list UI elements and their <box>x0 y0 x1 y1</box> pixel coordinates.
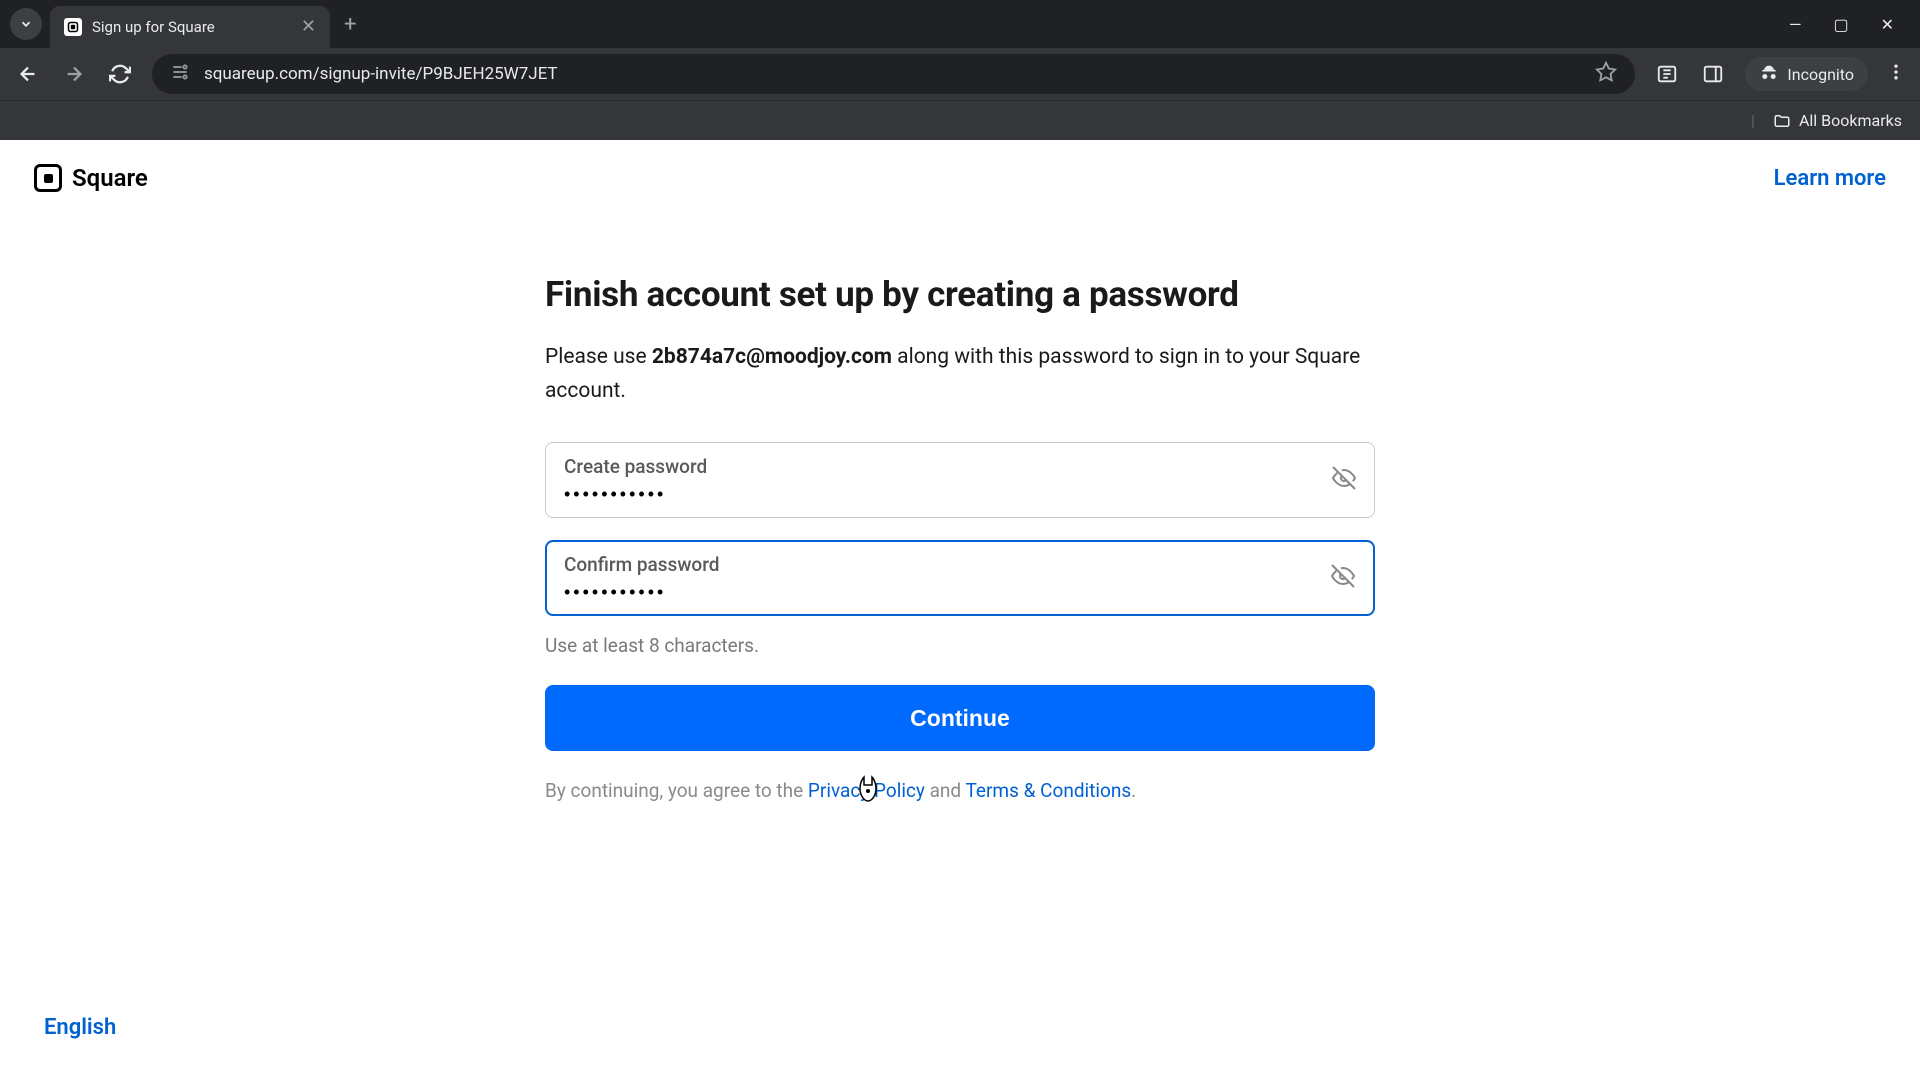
browser-tab[interactable]: Sign up for Square ✕ <box>50 6 330 48</box>
terms-link[interactable]: Terms & Conditions <box>965 779 1131 802</box>
subtext-before: Please use <box>545 345 652 369</box>
tab-title: Sign up for Square <box>92 18 291 36</box>
page-content: Square Learn more Finish account set up … <box>0 140 1920 1080</box>
square-logo-text: Square <box>72 164 148 192</box>
browser-chrome: Sign up for Square ✕ + — ▢ ✕ squareup.co… <box>0 0 1920 140</box>
continue-button[interactable]: Continue <box>545 685 1375 751</box>
legal-after: . <box>1131 779 1136 802</box>
square-logo[interactable]: Square <box>34 164 148 192</box>
create-password-label: Create password <box>564 455 1356 478</box>
tab-bar: Sign up for Square ✕ + — ▢ ✕ <box>0 0 1920 48</box>
confirm-password-input[interactable] <box>564 582 1316 603</box>
bookmarks-separator: | <box>1751 111 1755 130</box>
legal-before: By continuing, you agree to the <box>545 779 808 802</box>
incognito-indicator[interactable]: Incognito <box>1745 57 1868 91</box>
toggle-visibility-icon[interactable] <box>1332 466 1356 494</box>
side-panel-icon[interactable] <box>1699 60 1727 88</box>
site-settings-icon[interactable] <box>170 62 190 86</box>
legal-mid: and <box>925 779 966 802</box>
toolbar-right: Incognito <box>1653 57 1906 91</box>
new-tab-button[interactable]: + <box>344 12 356 37</box>
back-button[interactable] <box>14 60 42 88</box>
legal-text: By continuing, you agree to the Privacy … <box>545 779 1375 802</box>
minimize-button[interactable]: — <box>1789 15 1802 34</box>
forward-button[interactable] <box>60 60 88 88</box>
signup-form: Finish account set up by creating a pass… <box>545 274 1375 802</box>
maximize-button[interactable]: ▢ <box>1833 15 1848 34</box>
toggle-visibility-icon[interactable] <box>1331 564 1355 592</box>
url-text: squareup.com/signup-invite/P9BJEH25W7JET <box>204 64 1581 84</box>
browser-toolbar: squareup.com/signup-invite/P9BJEH25W7JET… <box>0 48 1920 100</box>
all-bookmarks-label: All Bookmarks <box>1799 111 1902 130</box>
incognito-label: Incognito <box>1787 65 1854 84</box>
bookmarks-bar: | All Bookmarks <box>0 100 1920 140</box>
confirm-password-field[interactable]: Confirm password <box>545 540 1375 616</box>
bookmark-star-icon[interactable] <box>1595 61 1617 87</box>
page-headline: Finish account set up by creating a pass… <box>545 274 1375 315</box>
address-bar[interactable]: squareup.com/signup-invite/P9BJEH25W7JET <box>152 54 1635 94</box>
page-subtext: Please use 2b874a7c@moodjoy.com along wi… <box>545 341 1375 408</box>
learn-more-link[interactable]: Learn more <box>1774 166 1886 191</box>
confirm-password-label: Confirm password <box>564 553 1356 576</box>
tab-search-button[interactable] <box>10 8 42 40</box>
all-bookmarks-button[interactable]: All Bookmarks <box>1773 111 1902 130</box>
signup-email: 2b874a7c@moodjoy.com <box>652 345 892 369</box>
reading-list-icon[interactable] <box>1653 60 1681 88</box>
create-password-field[interactable]: Create password <box>545 442 1375 518</box>
tab-favicon <box>64 18 82 36</box>
close-window-button[interactable]: ✕ <box>1881 15 1894 34</box>
browser-menu-icon[interactable] <box>1886 62 1906 86</box>
create-password-input[interactable] <box>564 484 1316 505</box>
page-header: Square Learn more <box>0 140 1920 204</box>
password-hint: Use at least 8 characters. <box>545 634 1375 657</box>
tab-close-icon[interactable]: ✕ <box>301 18 316 36</box>
reload-button[interactable] <box>106 60 134 88</box>
language-selector[interactable]: English <box>44 1015 116 1040</box>
square-logo-icon <box>34 164 62 192</box>
window-controls: — ▢ ✕ <box>1789 15 1910 34</box>
privacy-policy-link[interactable]: Privacy Policy <box>808 779 925 802</box>
